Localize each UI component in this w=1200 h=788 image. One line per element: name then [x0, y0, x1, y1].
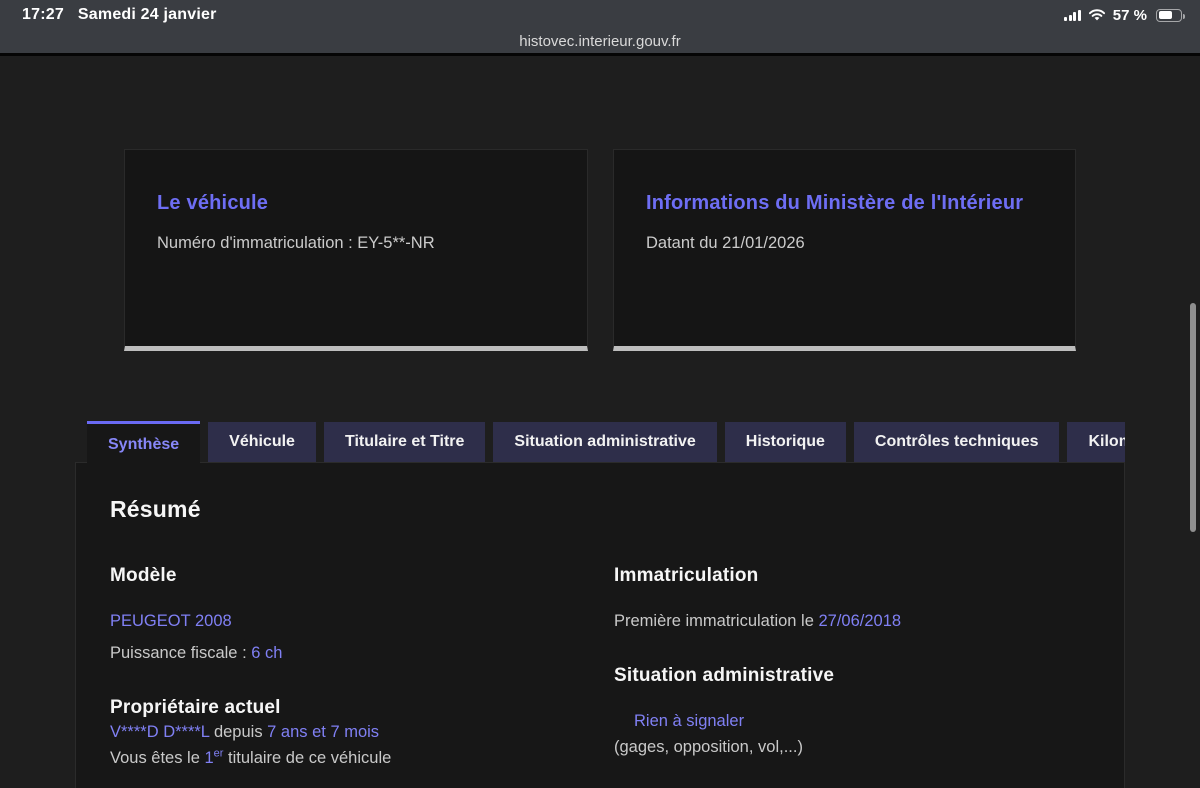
wifi-icon	[1088, 9, 1106, 22]
tab-controles-techniques[interactable]: Contrôles techniques	[854, 422, 1060, 462]
owner-rank-pre: Vous êtes le	[110, 749, 204, 767]
situation-note: (gages, opposition, vol,...)	[614, 734, 1084, 760]
owner-rank-line: Vous êtes le 1er titulaire de ce véhicul…	[110, 745, 580, 771]
owner-duration-value: 7 ans et 7 mois	[267, 723, 379, 741]
model-heading: Modèle	[110, 565, 580, 587]
cellular-signal-icon	[1064, 10, 1081, 21]
owner-rank-post: titulaire de ce véhicule	[223, 749, 391, 767]
registration-number-text: Numéro d'immatriculation : EY-5**-NR	[157, 231, 555, 255]
status-bar: 17:27 Samedi 24 janvier 57 %	[0, 0, 1200, 30]
vertical-scrollbar[interactable]	[1190, 303, 1196, 532]
tab-situation-administrative[interactable]: Situation administrative	[493, 422, 716, 462]
owner-name-value: V****D D****L	[110, 723, 209, 741]
first-registration-line: Première immatriculation le 27/06/2018	[614, 608, 1084, 634]
owner-heading: Propriétaire actuel	[110, 697, 580, 719]
situation-heading: Situation administrative	[614, 665, 1084, 687]
battery-percent-label: 57 %	[1113, 7, 1147, 24]
summary-heading: Résumé	[110, 496, 201, 523]
summary-right-column: Immatriculation Première immatriculation…	[614, 565, 1084, 760]
url-text[interactable]: histovec.interieur.gouv.fr	[519, 33, 680, 50]
owner-line: V****D D****L depuis 7 ans et 7 mois	[110, 719, 580, 745]
first-registration-label: Première immatriculation le	[614, 612, 818, 630]
synthese-panel: Résumé Modèle PEUGEOT 2008 Puissance fis…	[75, 462, 1125, 788]
ministry-card: Informations du Ministère de l'Intérieur…	[613, 149, 1076, 351]
summary-left-column: Modèle PEUGEOT 2008 Puissance fiscale : …	[110, 565, 580, 771]
address-bar[interactable]: histovec.interieur.gouv.fr	[0, 30, 1200, 53]
tab-vehicule[interactable]: Véhicule	[208, 422, 316, 462]
tab-historique[interactable]: Historique	[725, 422, 846, 462]
fiscal-power-line: Puissance fiscale : 6 ch	[110, 640, 580, 666]
battery-icon	[1156, 9, 1182, 22]
ministry-card-title: Informations du Ministère de l'Intérieur	[646, 188, 1043, 218]
histovec-page: Le véhicule Numéro d'immatriculation : E…	[0, 56, 1200, 788]
ministry-card-date: Datant du 21/01/2026	[646, 231, 1043, 255]
safari-top-bar: 17:27 Samedi 24 janvier 57 % histovec.in…	[0, 0, 1200, 56]
owner-depuis-label: depuis	[209, 723, 267, 741]
owner-rank-value: 1er	[204, 749, 223, 767]
fiscal-power-label: Puissance fiscale :	[110, 644, 251, 662]
fiscal-power-value: 6 ch	[251, 644, 282, 662]
tab-kilometrage[interactable]: Kilométrage	[1067, 422, 1125, 462]
vehicle-card-title: Le véhicule	[157, 188, 555, 218]
model-name-value: PEUGEOT 2008	[110, 612, 232, 630]
vehicle-card: Le véhicule Numéro d'immatriculation : E…	[124, 149, 588, 351]
tab-synthese[interactable]: Synthèse	[87, 421, 200, 464]
date-label: Samedi 24 janvier	[78, 6, 217, 24]
tab-titulaire-et-titre[interactable]: Titulaire et Titre	[324, 422, 485, 462]
registration-heading: Immatriculation	[614, 565, 1084, 587]
report-tabbar: Synthèse Véhicule Titulaire et Titre Sit…	[75, 421, 1125, 464]
first-registration-date: 27/06/2018	[818, 612, 901, 630]
situation-status-value: Rien à signaler	[634, 712, 744, 730]
clock: 17:27	[22, 6, 64, 24]
